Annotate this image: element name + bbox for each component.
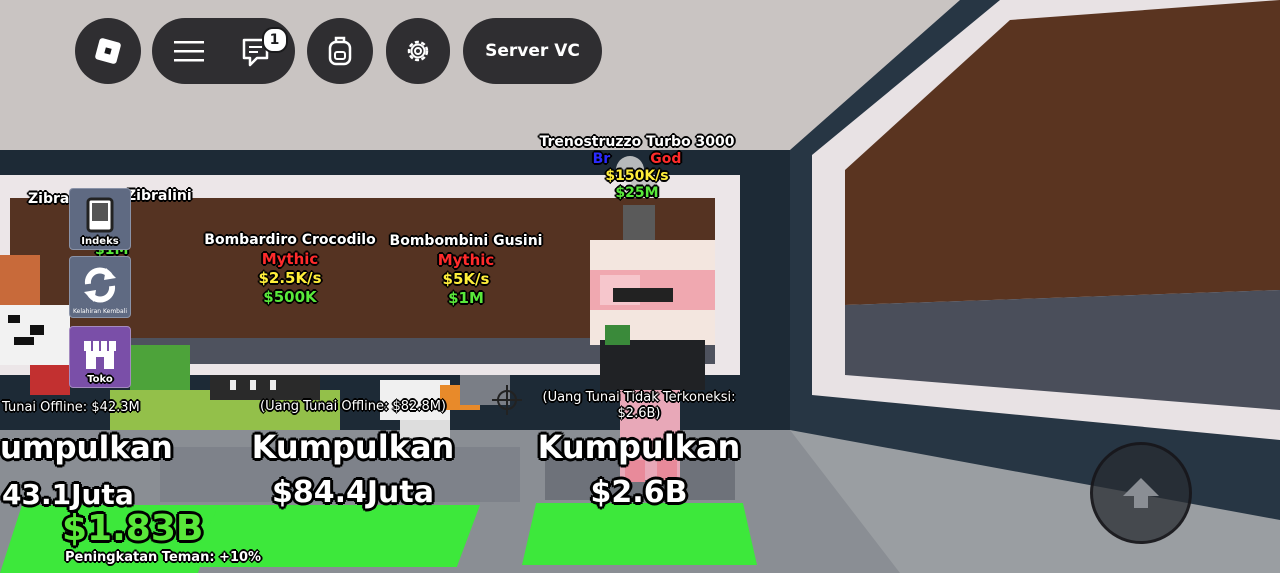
jump-arrow-icon bbox=[1123, 478, 1159, 508]
brainrot-label-bombombini: Bombombini Gusini Mythic $5K/s $1M bbox=[390, 232, 543, 308]
collect-label[interactable]: umpulkan bbox=[0, 430, 173, 466]
collect-button[interactable]: Kumpulkan bbox=[538, 428, 741, 466]
backpack-icon bbox=[328, 36, 352, 66]
sidebar-item-label: Kelahiran Kembali bbox=[73, 308, 127, 315]
hamburger-menu-icon bbox=[173, 41, 204, 62]
brainrot-rarity: Mythic bbox=[261, 250, 319, 268]
chat-badge: 1 bbox=[261, 27, 288, 53]
collect-button[interactable]: Kumpulkan bbox=[252, 428, 455, 466]
server-vc-button[interactable]: Server VC bbox=[463, 18, 602, 84]
character-left bbox=[0, 255, 70, 395]
collector-offline-cash: (Uang Tunai Tidak Terkoneksi: $2.6B) bbox=[542, 390, 736, 421]
brainrot-name: Bombombini Gusini bbox=[389, 233, 543, 249]
brainrot-name-partial: Zibralini bbox=[126, 188, 192, 204]
friend-boost-label: Peningkatan Teman: +10% bbox=[65, 550, 262, 565]
settings-button[interactable] bbox=[386, 18, 450, 84]
sidebar-item-rebirth[interactable]: Kelahiran Kembali bbox=[69, 256, 131, 318]
brainrot-label-trenostruzzo: Trenostruzzo Turbo 3000 Br God $150K/s $2… bbox=[539, 134, 734, 202]
roblox-logo-button[interactable] bbox=[75, 18, 141, 84]
collector-amount: $84.4Juta bbox=[272, 475, 434, 510]
sidebar-item-indeks[interactable]: Indeks bbox=[69, 188, 131, 250]
book-icon bbox=[86, 197, 114, 233]
jump-button[interactable] bbox=[1090, 442, 1192, 544]
brainrot-rate: $150K/s bbox=[605, 168, 669, 184]
collector-pad-3[interactable] bbox=[522, 503, 757, 565]
brainrot-rate: $2.5K/s bbox=[258, 269, 322, 287]
backpack-button[interactable] bbox=[307, 18, 373, 84]
shop-icon bbox=[84, 341, 116, 369]
brainrot-value: $25M bbox=[615, 185, 659, 201]
collector-offline-cash: (Uang Tunai Offline: $82.8M) bbox=[260, 399, 446, 414]
brainrot-rarity: Mythic bbox=[437, 251, 495, 269]
brainrot-rarity: Br God bbox=[592, 151, 682, 167]
chat-button[interactable]: 1 bbox=[224, 18, 294, 84]
brainrot-label-bombardiro: Bombardiro Crocodilo Mythic $2.5K/s $500… bbox=[204, 231, 375, 307]
brainrot-label-zibra: Zibra Zibralini bbox=[28, 188, 192, 207]
gear-icon bbox=[407, 40, 429, 62]
rebirth-icon bbox=[84, 267, 116, 303]
collector-amount: 43.1Juta bbox=[2, 478, 134, 511]
roblox-logo-icon bbox=[95, 38, 121, 64]
collector-offline-cash: Tunai Offline: $42.3M bbox=[2, 400, 140, 415]
game-viewport[interactable]: Zibra Zibralini $1M Bombardiro Crocodilo… bbox=[0, 0, 1280, 573]
brainrot-name: Trenostruzzo Turbo 3000 bbox=[539, 134, 735, 150]
brainrot-value: $500K bbox=[263, 288, 317, 306]
brainrot-value: $1M bbox=[448, 289, 484, 307]
brainrot-name: Bombardiro Crocodilo bbox=[204, 232, 376, 248]
menu-chat-group: 1 bbox=[152, 18, 295, 84]
menu-button[interactable] bbox=[154, 18, 224, 84]
cash-display: $1.83B bbox=[62, 508, 204, 549]
crosshair-icon bbox=[492, 385, 522, 415]
sidebar-item-label: Toko bbox=[87, 374, 113, 385]
sidebar-item-toko[interactable]: Toko bbox=[69, 326, 131, 388]
sidebar-item-label: Indeks bbox=[81, 236, 119, 247]
collector-amount: $2.6B bbox=[590, 475, 688, 510]
server-vc-label: Server VC bbox=[485, 41, 580, 61]
brainrot-name: Zibra bbox=[28, 191, 70, 207]
brainrot-rate: $5K/s bbox=[442, 270, 490, 288]
